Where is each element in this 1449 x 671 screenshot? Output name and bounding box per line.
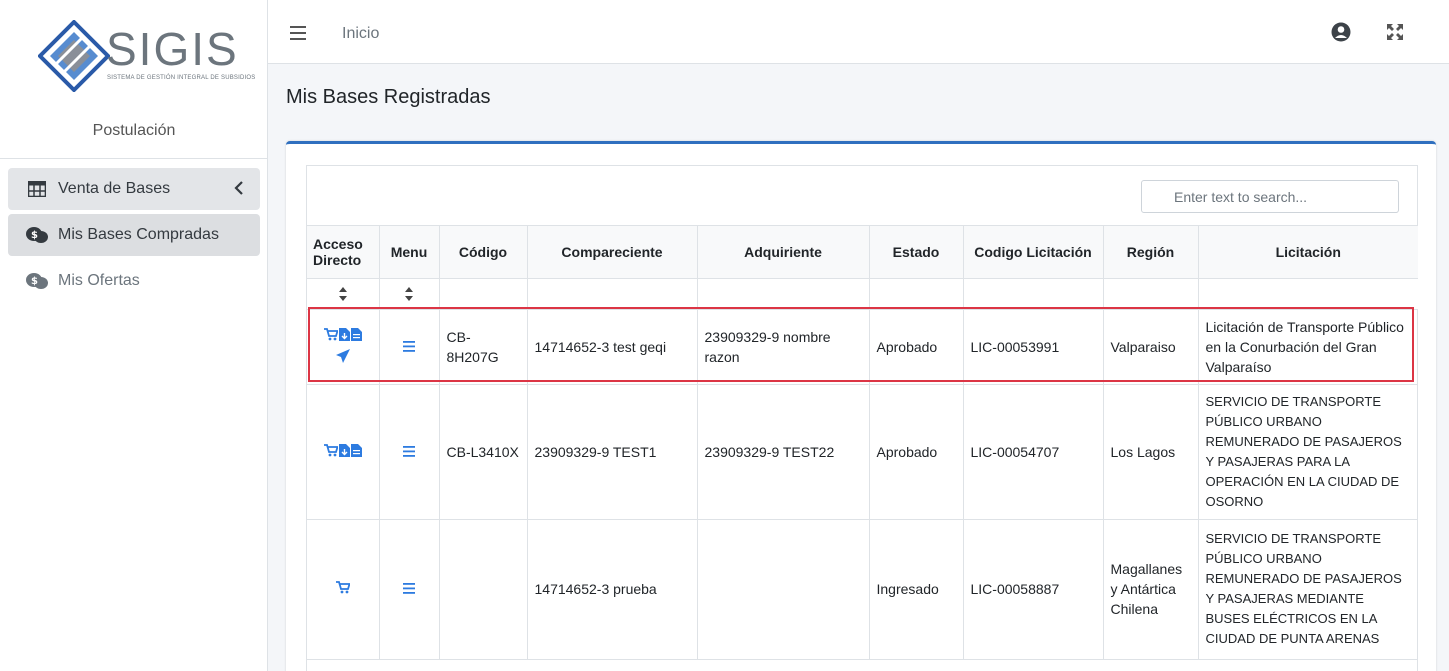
money-chat-icon: $ [26, 272, 48, 290]
table-icon [26, 180, 48, 198]
menu-cell [379, 519, 440, 660]
app-logo[interactable]: SIGIS SISTEMA DE GESTIÓN INTEGRAL DE SUB… [0, 0, 267, 98]
sidebar-item-label: Venta de Bases [58, 180, 171, 197]
codigo-cell: CB-L3410X [439, 384, 528, 520]
send-icon[interactable] [335, 348, 350, 368]
menu-cell [379, 384, 440, 520]
codigo-licitacion-cell: LIC-00053991 [963, 309, 1104, 385]
grid-toolbar [307, 166, 1417, 226]
col-header-estado[interactable]: Estado [869, 226, 964, 279]
logo-subtitle: SISTEMA DE GESTIÓN INTEGRAL DE SUBSIDIOS [107, 75, 256, 81]
chevron-left-icon [234, 180, 244, 201]
file-icon[interactable] [350, 326, 362, 346]
fullscreen-icon[interactable] [1387, 24, 1403, 43]
table-row[interactable]: CB-L3410X 23909329-9 TEST1 23909329-9 TE… [307, 384, 1418, 520]
adquiriente-cell [697, 519, 870, 660]
sidebar-item-label: Mis Bases Compradas [58, 226, 219, 243]
licitacion-cell: SERVICIO DE TRANSPORTE PÚBLICO URBANO RE… [1198, 519, 1418, 660]
menu-toggle-icon[interactable] [290, 26, 306, 43]
cart-icon[interactable] [323, 326, 339, 346]
compareciente-cell: 14714652-3 test geqi [527, 309, 698, 385]
menu-icon[interactable] [403, 444, 415, 460]
estado-cell: Aprobado [869, 384, 964, 520]
region-cell: Los Lagos [1103, 384, 1199, 520]
svg-text:$: $ [31, 230, 38, 241]
acceso-directo-cell [307, 384, 380, 520]
adquiriente-cell: 23909329-9 TEST22 [697, 384, 870, 520]
col-header-acceso-directo[interactable]: Acceso Directo [307, 226, 380, 279]
search-input[interactable] [1141, 180, 1399, 213]
region-cell: Valparaiso [1103, 309, 1199, 385]
region-cell: Magallanes y Antártica Chilena [1103, 519, 1199, 660]
sidebar-divider [0, 158, 268, 159]
estado-cell: Ingresado [869, 519, 964, 660]
acceso-directo-cell [307, 309, 380, 385]
compareciente-cell: 23909329-9 TEST1 [527, 384, 698, 520]
codigo-cell: CB-8H207G [439, 309, 528, 385]
adquiriente-cell: 23909329-9 nombre razon [697, 309, 870, 385]
col-header-licitacion[interactable]: Licitación [1198, 226, 1418, 279]
breadcrumb-home-link[interactable]: Inicio [342, 25, 379, 43]
bases-table: Acceso Directo Menu Código Compareciente… [307, 226, 1418, 660]
cart-icon[interactable] [335, 581, 351, 597]
user-icon[interactable] [1331, 22, 1351, 45]
sort-icon[interactable] [387, 286, 432, 302]
licitacion-cell: SERVICIO DE TRANSPORTE PÚBLICO URBANO RE… [1198, 384, 1418, 520]
col-header-codigo[interactable]: Código [439, 226, 528, 279]
data-grid: Acceso Directo Menu Código Compareciente… [306, 165, 1418, 671]
col-header-menu[interactable]: Menu [379, 226, 440, 279]
sidebar: SIGIS SISTEMA DE GESTIÓN INTEGRAL DE SUB… [0, 0, 268, 671]
table-row[interactable]: 14714652-3 prueba Ingresado LIC-00058887… [307, 519, 1418, 660]
logo-text: SIGIS [106, 23, 239, 75]
sidebar-section-label: Postulación [92, 122, 176, 139]
col-header-region[interactable]: Región [1103, 226, 1199, 279]
col-header-compareciente[interactable]: Compareciente [527, 226, 698, 279]
file-download-icon[interactable] [338, 442, 350, 462]
col-header-codigo-licitacion[interactable]: Codigo Licitación [963, 226, 1104, 279]
svg-text:$: $ [31, 276, 38, 287]
menu-icon[interactable] [403, 339, 415, 355]
file-icon[interactable] [350, 442, 362, 462]
filter-row [307, 278, 1418, 310]
codigo-licitacion-cell: LIC-00054707 [963, 384, 1104, 520]
acceso-directo-cell [307, 519, 380, 660]
sidebar-nav: Venta de Bases $ Mis Bases Compradas $ M… [8, 168, 260, 306]
menu-cell [379, 309, 440, 385]
estado-cell: Aprobado [869, 309, 964, 385]
cart-icon[interactable] [323, 442, 339, 462]
page-title: Mis Bases Registradas [286, 86, 491, 108]
top-navbar: Inicio [268, 0, 1449, 64]
table-row[interactable]: CB-8H207G 14714652-3 test geqi 23909329-… [307, 309, 1418, 385]
codigo-licitacion-cell: LIC-00058887 [963, 519, 1104, 660]
codigo-cell [439, 519, 528, 660]
sidebar-item-label: Mis Ofertas [58, 272, 140, 289]
menu-icon[interactable] [403, 581, 415, 597]
col-header-adquiriente[interactable]: Adquiriente [697, 226, 870, 279]
content-card: Acceso Directo Menu Código Compareciente… [286, 141, 1436, 671]
licitacion-cell: Licitación de Transporte Público en la C… [1198, 309, 1418, 385]
sidebar-item-mis-ofertas[interactable]: $ Mis Ofertas [8, 260, 260, 302]
file-download-icon[interactable] [338, 326, 350, 346]
sidebar-item-mis-bases-compradas[interactable]: $ Mis Bases Compradas [8, 214, 260, 256]
sigis-logo-icon [38, 20, 110, 92]
compareciente-cell: 14714652-3 prueba [527, 519, 698, 660]
sidebar-item-venta-de-bases[interactable]: Venta de Bases [8, 168, 260, 210]
money-chat-icon: $ [26, 226, 48, 244]
sort-icon[interactable] [314, 286, 372, 302]
